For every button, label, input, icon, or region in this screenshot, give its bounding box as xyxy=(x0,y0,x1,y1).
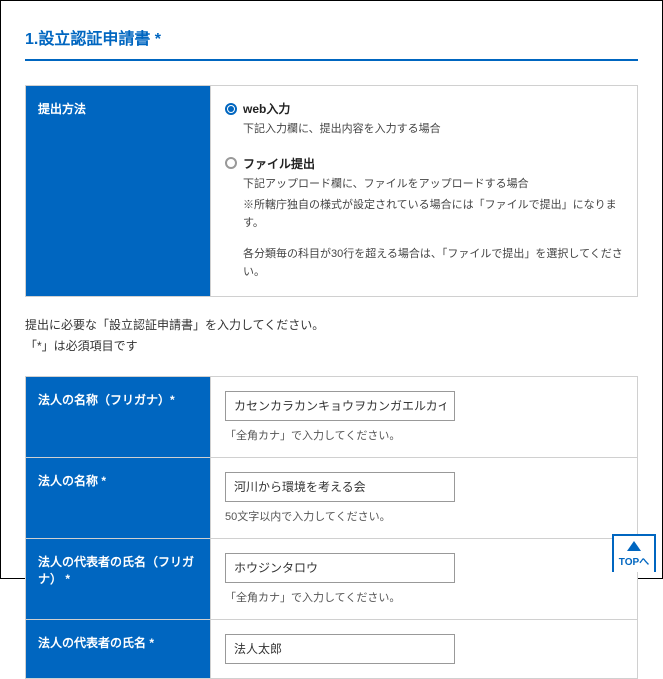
radio-file-icon[interactable] xyxy=(225,157,237,169)
instruction-line2: 「*」は必須項目です xyxy=(25,336,638,358)
radio-item-file[interactable]: ファイル提出 下記アップロード欄に、ファイルをアップロードする場合 ※所轄庁独自… xyxy=(225,155,623,282)
method-label-cell: 提出方法 xyxy=(26,86,211,297)
name-furigana-label: 法人の名称（フリガナ）* xyxy=(26,376,211,457)
top-button-label: TOPへ xyxy=(619,553,649,568)
radio-item-web[interactable]: web入力 下記入力欄に、提出内容を入力する場合 xyxy=(225,100,623,139)
radio-file-desc3: 各分類毎の科目が30行を超える場合は、「ファイルで提出」を選択してください。 xyxy=(225,246,623,281)
title-underline xyxy=(25,59,638,61)
radio-file-desc2: ※所轄庁独自の様式が設定されている場合には「ファイルで提出」になります。 xyxy=(225,197,623,232)
name-furigana-hint: 「全角カナ」で入力してください。 xyxy=(225,427,623,443)
name-label: 法人の名称 * xyxy=(26,457,211,538)
fields-table: 法人の名称（フリガナ）* 「全角カナ」で入力してください。 法人の名称 * 50… xyxy=(25,376,638,679)
rep-name-input[interactable] xyxy=(225,634,455,664)
instruction-block: 提出に必要な「設立認証申請書」を入力してください。 「*」は必須項目です xyxy=(25,315,638,358)
name-hint: 50文字以内で入力してください。 xyxy=(225,508,623,524)
rep-name-label: 法人の代表者の氏名 * xyxy=(26,619,211,678)
name-furigana-input[interactable] xyxy=(225,391,455,421)
section-title: 1.設立認証申請書 * xyxy=(25,25,638,49)
rep-furigana-input[interactable] xyxy=(225,553,455,583)
radio-web-icon[interactable] xyxy=(225,103,237,115)
back-to-top-button[interactable]: TOPへ xyxy=(612,534,656,572)
radio-web-label: web入力 xyxy=(243,100,290,117)
form-table: 提出方法 web入力 下記入力欄に、提出内容を入力する場合 ファイル提出 下記ア… xyxy=(25,85,638,297)
triangle-up-icon xyxy=(627,541,641,551)
radio-file-desc1: 下記アップロード欄に、ファイルをアップロードする場合 xyxy=(225,176,623,194)
radio-file-label: ファイル提出 xyxy=(243,155,315,172)
method-input-cell: web入力 下記入力欄に、提出内容を入力する場合 ファイル提出 下記アップロード… xyxy=(211,86,638,297)
instruction-line1: 提出に必要な「設立認証申請書」を入力してください。 xyxy=(25,315,638,337)
radio-web-desc: 下記入力欄に、提出内容を入力する場合 xyxy=(225,121,623,139)
name-input[interactable] xyxy=(225,472,455,502)
rep-furigana-hint: 「全角カナ」で入力してください。 xyxy=(225,589,623,605)
